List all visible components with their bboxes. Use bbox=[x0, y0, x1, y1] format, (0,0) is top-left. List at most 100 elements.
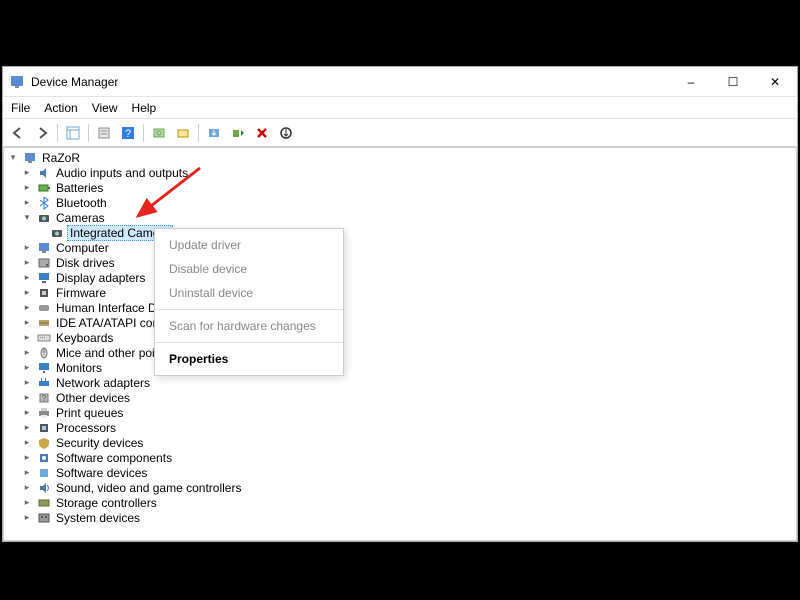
add-legacy-button[interactable] bbox=[172, 122, 194, 144]
category-node[interactable]: ▸System devices bbox=[4, 510, 796, 525]
bluetooth-icon bbox=[36, 196, 52, 210]
chevron-icon[interactable]: ▸ bbox=[22, 482, 32, 493]
chevron-icon[interactable]: ▸ bbox=[22, 422, 32, 433]
printer-icon bbox=[36, 406, 52, 420]
chevron-icon[interactable]: ▸ bbox=[22, 317, 32, 328]
category-node[interactable]: ▸Mice and other pointing devices bbox=[4, 345, 796, 360]
chevron-icon[interactable]: ▸ bbox=[22, 437, 32, 448]
chevron-icon[interactable]: ▸ bbox=[22, 392, 32, 403]
device-node[interactable]: Integrated Camera bbox=[4, 225, 796, 240]
category-label: Display adapters bbox=[56, 271, 145, 285]
chevron-icon[interactable]: ▸ bbox=[22, 347, 32, 358]
category-node[interactable]: ▸Monitors bbox=[4, 360, 796, 375]
menu-view[interactable]: View bbox=[92, 101, 118, 115]
ctx-disable-device[interactable]: Disable device bbox=[155, 257, 343, 281]
enable-device-button[interactable] bbox=[227, 122, 249, 144]
minimize-button[interactable]: – bbox=[679, 70, 703, 94]
category-node[interactable]: ▾Cameras bbox=[4, 210, 796, 225]
separator bbox=[198, 124, 199, 142]
uninstall-device-button[interactable] bbox=[251, 122, 273, 144]
svg-text:?: ? bbox=[42, 394, 47, 403]
category-label: Storage controllers bbox=[56, 496, 157, 510]
category-label: Processors bbox=[56, 421, 116, 435]
update-driver-button[interactable] bbox=[203, 122, 225, 144]
device-tree[interactable]: ▾ RaZoR ▸Audio inputs and outputs▸Batter… bbox=[3, 147, 797, 541]
category-node[interactable]: ▸ Display adapters bbox=[4, 270, 796, 285]
category-node[interactable]: ▸Security devices bbox=[4, 435, 796, 450]
separator bbox=[155, 342, 343, 343]
sound-icon bbox=[36, 481, 52, 495]
soft-dev-icon bbox=[36, 466, 52, 480]
camera-icon bbox=[36, 211, 52, 225]
security-icon bbox=[36, 436, 52, 450]
chevron-icon[interactable]: ▸ bbox=[22, 467, 32, 478]
category-label: Keyboards bbox=[56, 331, 113, 345]
firmware-icon bbox=[36, 286, 52, 300]
category-node[interactable]: ▸?Other devices bbox=[4, 390, 796, 405]
root-label: RaZoR bbox=[42, 151, 80, 165]
category-node[interactable]: ▸ Bluetooth bbox=[4, 195, 796, 210]
chevron-icon[interactable]: ▸ bbox=[22, 167, 32, 178]
category-label: Disk drives bbox=[56, 256, 115, 270]
category-node[interactable]: ▸Network adapters bbox=[4, 375, 796, 390]
category-node[interactable]: ▸Software devices bbox=[4, 465, 796, 480]
chevron-icon[interactable]: ▸ bbox=[22, 182, 32, 193]
chevron-icon[interactable]: ▸ bbox=[22, 452, 32, 463]
chevron-icon[interactable]: ▸ bbox=[22, 257, 32, 268]
menu-action[interactable]: Action bbox=[44, 101, 77, 115]
chevron-icon[interactable]: ▸ bbox=[22, 377, 32, 388]
category-node[interactable]: ▸Print queues bbox=[4, 405, 796, 420]
category-node[interactable]: ▸Batteries bbox=[4, 180, 796, 195]
chevron-icon[interactable]: ▸ bbox=[22, 497, 32, 508]
chevron-icon[interactable]: ▸ bbox=[22, 407, 32, 418]
ctx-properties[interactable]: Properties bbox=[155, 347, 343, 371]
chevron-down-icon[interactable]: ▾ bbox=[8, 152, 18, 163]
category-node[interactable]: ▸ Processors bbox=[4, 420, 796, 435]
chevron-icon[interactable]: ▸ bbox=[22, 272, 32, 283]
forward-button[interactable] bbox=[31, 122, 53, 144]
chevron-icon[interactable]: ▸ bbox=[22, 302, 32, 313]
chevron-icon[interactable]: ▸ bbox=[22, 512, 32, 523]
window-title: Device Manager bbox=[31, 75, 679, 89]
category-node[interactable]: ▸Human Interface Devices bbox=[4, 300, 796, 315]
maximize-button[interactable]: ☐ bbox=[721, 70, 745, 94]
chevron-icon[interactable]: ▸ bbox=[22, 197, 32, 208]
other-icon: ? bbox=[36, 391, 52, 405]
properties-button[interactable] bbox=[93, 122, 115, 144]
chevron-icon[interactable]: ▸ bbox=[22, 332, 32, 343]
ctx-update-driver[interactable]: Update driver bbox=[155, 233, 343, 257]
storage-icon bbox=[36, 496, 52, 510]
category-node[interactable]: ▸Sound, video and game controllers bbox=[4, 480, 796, 495]
show-hide-tree-button[interactable] bbox=[62, 122, 84, 144]
menu-help[interactable]: Help bbox=[132, 101, 157, 115]
category-label: Computer bbox=[56, 241, 109, 255]
keyboard-icon bbox=[36, 331, 52, 345]
ctx-uninstall-device[interactable]: Uninstall device bbox=[155, 281, 343, 305]
category-node[interactable]: ▸ Storage controllers bbox=[4, 495, 796, 510]
scan-hardware-button[interactable] bbox=[148, 122, 170, 144]
category-node[interactable]: ▸ Keyboards bbox=[4, 330, 796, 345]
chevron-icon[interactable]: ▸ bbox=[22, 362, 32, 373]
network-icon bbox=[36, 376, 52, 390]
ide-icon bbox=[36, 316, 52, 330]
chevron-icon[interactable]: ▾ bbox=[22, 212, 32, 223]
monitor-icon bbox=[36, 361, 52, 375]
ctx-scan-hardware[interactable]: Scan for hardware changes bbox=[155, 314, 343, 338]
menu-file[interactable]: File bbox=[11, 101, 30, 115]
battery-icon bbox=[36, 181, 52, 195]
separator bbox=[88, 124, 89, 142]
back-button[interactable] bbox=[7, 122, 29, 144]
category-node[interactable]: ▸ Computer bbox=[4, 240, 796, 255]
close-button[interactable]: ✕ bbox=[763, 70, 787, 94]
disable-device-button[interactable] bbox=[275, 122, 297, 144]
chevron-icon[interactable]: ▸ bbox=[22, 242, 32, 253]
category-node[interactable]: ▸Audio inputs and outputs bbox=[4, 165, 796, 180]
help-button[interactable]: ? bbox=[117, 122, 139, 144]
root-node[interactable]: ▾ RaZoR bbox=[4, 150, 796, 165]
chevron-icon[interactable]: ▸ bbox=[22, 287, 32, 298]
category-node[interactable]: ▸Firmware bbox=[4, 285, 796, 300]
category-label: Bluetooth bbox=[56, 196, 107, 210]
category-node[interactable]: ▸Software components bbox=[4, 450, 796, 465]
category-node[interactable]: ▸ Disk drives bbox=[4, 255, 796, 270]
category-node[interactable]: ▸IDE ATA/ATAPI controllers bbox=[4, 315, 796, 330]
